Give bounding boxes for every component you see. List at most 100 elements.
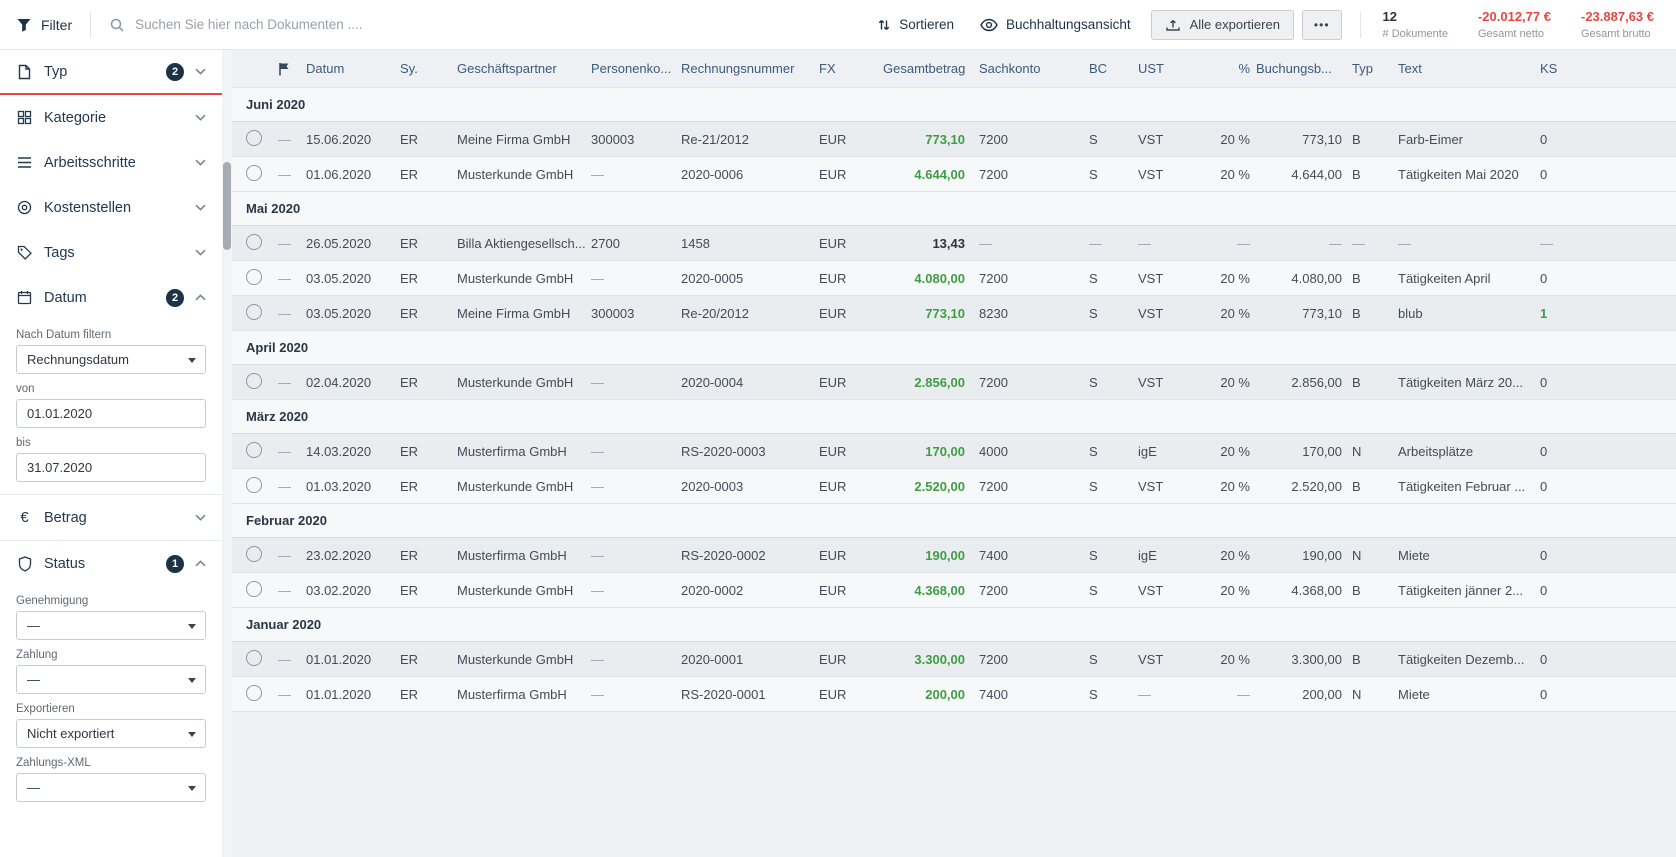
- cell-gesamt: 773,10: [883, 306, 979, 321]
- accounting-view-button[interactable]: Buchhaltungsansicht: [980, 17, 1131, 32]
- sidebar-section-betrag[interactable]: €Betrag: [0, 495, 222, 540]
- sidebar-section-label: Status: [44, 556, 155, 572]
- sidebar-scrollbar[interactable]: [222, 50, 232, 857]
- sidebar-section-datum[interactable]: Datum2: [0, 275, 222, 320]
- row-select-radio[interactable]: [246, 269, 262, 285]
- export-all-button[interactable]: Alle exportieren: [1151, 10, 1294, 40]
- stat-dokumente-value: 12: [1383, 9, 1448, 24]
- row-select-radio[interactable]: [246, 477, 262, 493]
- row-select-radio[interactable]: [246, 234, 262, 250]
- sidebar-section-arbeitsschritte[interactable]: Arbeitsschritte: [0, 140, 222, 185]
- column-header-pct[interactable]: %: [1200, 61, 1256, 76]
- column-header-pkonto[interactable]: Personenko...: [591, 61, 681, 76]
- row-select-radio[interactable]: [246, 165, 262, 181]
- table-row[interactable]: —01.01.2020ERMusterfirma GmbH—RS-2020-00…: [232, 677, 1676, 712]
- sidebar-section-kostenstellen[interactable]: Kostenstellen: [0, 185, 222, 230]
- cell-skonto: 7400: [979, 687, 1089, 702]
- table-row[interactable]: —01.06.2020ERMusterkunde GmbH—2020-0006E…: [232, 157, 1676, 192]
- row-select-radio[interactable]: [246, 442, 262, 458]
- cell-bc: S: [1089, 167, 1138, 182]
- cell-gesamt: 4.368,00: [883, 583, 979, 598]
- cell-fx: EUR: [819, 306, 883, 321]
- filter-button[interactable]: Filter: [16, 17, 72, 33]
- search-input[interactable]: [135, 17, 851, 32]
- cell-datum: 15.06.2020: [306, 132, 400, 147]
- document-icon: [16, 64, 33, 80]
- sort-button[interactable]: Sortieren: [877, 17, 954, 32]
- cell-pkonto: 300003: [591, 132, 681, 147]
- table-row[interactable]: —03.05.2020ERMeine Firma GmbH300003Re-20…: [232, 296, 1676, 331]
- column-header-bc[interactable]: BC: [1089, 61, 1138, 76]
- column-header-skonto[interactable]: Sachkonto: [979, 61, 1089, 76]
- row-select-radio[interactable]: [246, 304, 262, 320]
- column-header-ust[interactable]: UST: [1138, 61, 1200, 76]
- cell-bc: S: [1089, 132, 1138, 147]
- cell-ust: VST: [1138, 271, 1200, 286]
- sidebar-section-status[interactable]: Status1: [0, 541, 222, 586]
- column-header-sy[interactable]: Sy.: [400, 61, 457, 76]
- cell-ust: VST: [1138, 583, 1200, 598]
- bis-input[interactable]: [27, 460, 195, 475]
- exportieren-value: Nicht exportiert: [27, 726, 114, 741]
- column-header-datum[interactable]: Datum: [306, 61, 400, 76]
- more-actions-button[interactable]: •••: [1302, 10, 1342, 40]
- cell-ks: 0: [1540, 167, 1676, 182]
- table-row[interactable]: —01.01.2020ERMusterkunde GmbH—2020-0001E…: [232, 642, 1676, 677]
- column-header-fx[interactable]: FX: [819, 61, 883, 76]
- table-row[interactable]: —01.03.2020ERMusterkunde GmbH—2020-0003E…: [232, 469, 1676, 504]
- stat-gesamt-netto: -20.012,77 € Gesamt netto: [1478, 9, 1551, 40]
- row-select-cell: [246, 373, 278, 392]
- row-select-radio[interactable]: [246, 685, 262, 701]
- cell-sy: ER: [400, 548, 457, 563]
- exportieren-select[interactable]: Nicht exportiert: [16, 719, 206, 748]
- cell-skonto: 7200: [979, 132, 1089, 147]
- cell-flag: —: [278, 236, 306, 251]
- table-row[interactable]: —26.05.2020ERBilla Aktiengesellsch...270…: [232, 226, 1676, 261]
- sidebar-section-typ[interactable]: Typ2: [0, 50, 222, 95]
- cell-bc: S: [1089, 687, 1138, 702]
- row-select-radio[interactable]: [246, 373, 262, 389]
- stat-dokumente: 12 # Dokumente: [1383, 9, 1448, 40]
- sidebar-section-kategorie[interactable]: Kategorie: [0, 95, 222, 140]
- flag-icon[interactable]: [278, 62, 306, 76]
- exportieren-label: Exportieren: [16, 703, 206, 715]
- zahlungs-xml-value: —: [27, 780, 40, 795]
- row-select-radio[interactable]: [246, 650, 262, 666]
- table-row[interactable]: —14.03.2020ERMusterfirma GmbH—RS-2020-00…: [232, 434, 1676, 469]
- cell-skonto: 8230: [979, 306, 1089, 321]
- table-row[interactable]: —02.04.2020ERMusterkunde GmbH—2020-0004E…: [232, 365, 1676, 400]
- column-header-gesamt[interactable]: Gesamtbetrag: [883, 61, 979, 76]
- cell-text: Tätigkeiten Dezemb...: [1398, 652, 1540, 667]
- divider: [90, 12, 91, 38]
- row-select-radio[interactable]: [246, 581, 262, 597]
- row-select-radio[interactable]: [246, 130, 262, 146]
- row-select-radio[interactable]: [246, 546, 262, 562]
- chevron-up-icon: [195, 294, 206, 301]
- table-row[interactable]: —03.05.2020ERMusterkunde GmbH—2020-0005E…: [232, 261, 1676, 296]
- sidebar-section-tags[interactable]: Tags: [0, 230, 222, 275]
- scrollbar-thumb[interactable]: [223, 162, 231, 250]
- cell-pkonto: —: [591, 479, 681, 494]
- column-header-bbetrag[interactable]: Buchungsb...: [1256, 61, 1352, 76]
- von-input[interactable]: [27, 406, 195, 421]
- nach-datum-filtern-select[interactable]: Rechnungsdatum: [16, 345, 206, 374]
- column-header-ks[interactable]: KS: [1540, 61, 1676, 76]
- cell-pkonto: —: [591, 687, 681, 702]
- von-field: [16, 399, 206, 428]
- cell-pct: 20 %: [1200, 583, 1256, 598]
- column-header-partner[interactable]: Geschäftspartner: [457, 61, 591, 76]
- table-row[interactable]: —03.02.2020ERMusterkunde GmbH—2020-0002E…: [232, 573, 1676, 608]
- cell-ks: 0: [1540, 652, 1676, 667]
- cell-bbetrag: 773,10: [1256, 132, 1352, 147]
- column-header-typ[interactable]: Typ: [1352, 61, 1398, 76]
- zahlungs-xml-select[interactable]: —: [16, 773, 206, 802]
- cell-sy: ER: [400, 167, 457, 182]
- filter-sidebar: Typ2KategorieArbeitsschritteKostenstelle…: [0, 50, 222, 857]
- table-row[interactable]: —15.06.2020ERMeine Firma GmbH300003Re-21…: [232, 122, 1676, 157]
- table-row[interactable]: —23.02.2020ERMusterfirma GmbH—RS-2020-00…: [232, 538, 1676, 573]
- cell-skonto: 4000: [979, 444, 1089, 459]
- genehmigung-select[interactable]: —: [16, 611, 206, 640]
- zahlung-select[interactable]: —: [16, 665, 206, 694]
- column-header-renr[interactable]: Rechnungsnummer: [681, 61, 819, 76]
- column-header-text[interactable]: Text: [1398, 61, 1540, 76]
